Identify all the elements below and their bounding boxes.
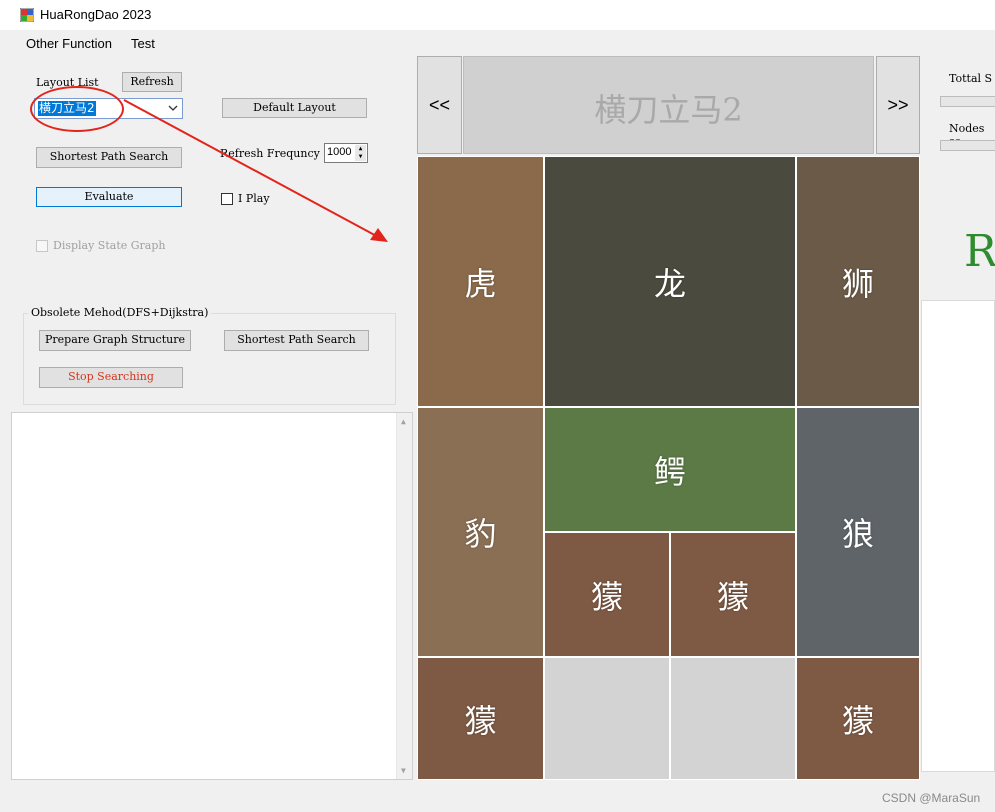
nodes-progress-bar — [940, 140, 995, 151]
annotation-arrow — [123, 99, 388, 242]
window-title: HuaRongDao 2023 — [40, 7, 152, 22]
tile-wolf-label: 狼 — [841, 515, 874, 553]
tile-dragon[interactable]: 龙 — [544, 156, 796, 407]
layout-title-text: 横刀立马2 — [594, 91, 743, 129]
tile-fox-3-label: 獴 — [464, 701, 497, 740]
obsolete-method-group: Obsolete Mehod(DFS+Dijkstra) Prepare Gra… — [23, 306, 396, 405]
refresh-button[interactable]: Refresh — [122, 72, 182, 92]
output-scrollbar[interactable]: ▲ ▼ — [396, 413, 412, 779]
display-state-checkbox[interactable] — [36, 240, 48, 252]
empty-cell[interactable] — [670, 657, 796, 780]
title-bar: HuaRongDao 2023 — [0, 0, 995, 30]
right-panel: Tottal S Nodes se R — [921, 56, 995, 300]
tile-lion[interactable]: 狮 — [796, 156, 920, 407]
watermark: CSDN @MaraSun — [882, 791, 981, 805]
tile-lion-label: 狮 — [841, 264, 874, 303]
tile-fox-1[interactable]: 獴 — [544, 532, 670, 657]
tile-dragon-label: 龙 — [653, 264, 686, 303]
tile-leopard-label: 豹 — [464, 515, 497, 553]
menu-other-function[interactable]: Other Function — [26, 36, 112, 51]
tile-tiger-label: 虎 — [464, 264, 497, 303]
tile-fox-2-label: 獴 — [716, 577, 749, 616]
right-output-box[interactable] — [921, 300, 995, 772]
total-steps-label: Tottal S — [949, 72, 993, 85]
obsolete-group-label: Obsolete Mehod(DFS+Dijkstra) — [28, 306, 212, 319]
app-icon — [19, 7, 35, 23]
tile-fox-1-label: 獴 — [590, 577, 623, 616]
stop-searching-button[interactable]: Stop Searching — [39, 367, 183, 388]
total-progress-bar — [940, 96, 995, 107]
tile-leopard[interactable]: 豹 — [417, 407, 544, 657]
tile-crocodile[interactable]: 鳄 — [544, 407, 796, 532]
obsolete-shortest-path-button[interactable]: Shortest Path Search — [224, 330, 369, 351]
next-layout-button[interactable]: >> — [876, 56, 920, 154]
scroll-down-icon[interactable]: ▼ — [401, 766, 406, 775]
tile-crocodile-label: 鳄 — [653, 452, 686, 491]
tile-fox-4-label: 獴 — [841, 701, 874, 740]
tile-fox-4[interactable]: 獴 — [796, 657, 920, 780]
tile-wolf[interactable]: 狼 — [796, 407, 920, 657]
layout-title-display: 横刀立马2 — [463, 56, 874, 154]
menu-bar: Other Function Test — [0, 30, 995, 56]
menu-test[interactable]: Test — [131, 36, 155, 51]
puzzle-board: 虎 龙 狮 豹 鳄 狼 獴 獴 獴 獴 — [417, 156, 920, 780]
status-big-letter: R — [964, 226, 995, 277]
tile-fox-2[interactable]: 獴 — [670, 532, 796, 657]
tile-fox-3[interactable]: 獴 — [417, 657, 544, 780]
empty-cell[interactable] — [544, 657, 670, 780]
output-textbox[interactable]: ▲ ▼ — [11, 412, 413, 780]
highlight-circle-annotation — [30, 86, 124, 132]
scroll-up-icon[interactable]: ▲ — [401, 417, 406, 426]
prev-layout-button[interactable]: << — [417, 56, 462, 154]
tile-tiger[interactable]: 虎 — [417, 156, 544, 407]
prepare-graph-button[interactable]: Prepare Graph Structure — [39, 330, 191, 351]
